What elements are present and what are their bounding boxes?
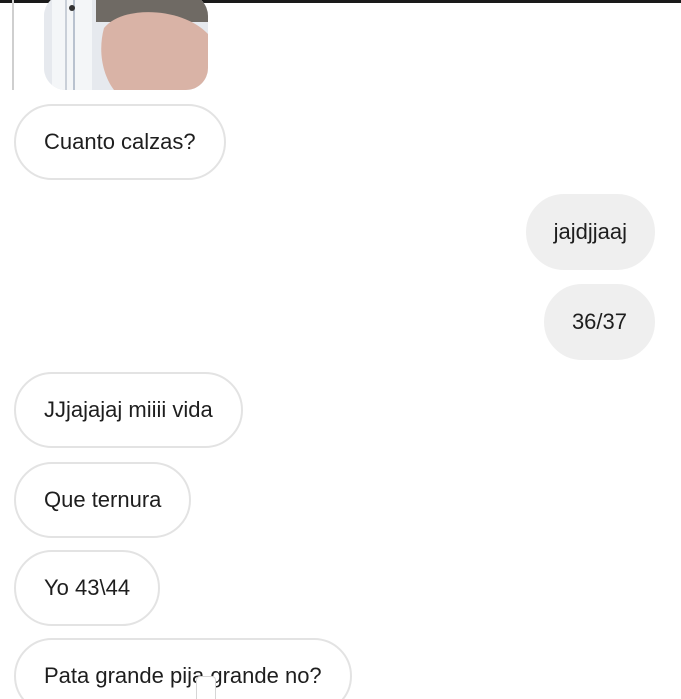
message-incoming[interactable]: JJjajajaj miiii vida (14, 372, 243, 448)
message-text: Yo 43\44 (44, 575, 131, 600)
message-incoming[interactable]: Pata grande pija grande no? (14, 638, 352, 699)
text-cursor-marker (196, 676, 216, 699)
message-text: Que ternura (44, 487, 162, 512)
message-outgoing[interactable]: jajdjjaaj (525, 194, 655, 270)
message-incoming[interactable]: Yo 43\44 (14, 550, 161, 626)
message-incoming[interactable]: Cuanto calzas? (14, 104, 226, 180)
shared-photo-thumbnail[interactable] (44, 0, 208, 90)
message-text: Cuanto calzas? (44, 129, 196, 154)
message-incoming[interactable]: Que ternura (14, 462, 192, 538)
message-outgoing[interactable]: 36/37 (543, 284, 655, 360)
message-text: Pata grande pija grande no? (44, 663, 322, 688)
photo-image-icon (44, 0, 208, 90)
thread-line (12, 0, 14, 90)
message-text: JJjajajaj miiii vida (44, 397, 213, 422)
message-text: 36/37 (571, 309, 627, 334)
message-text: jajdjjaaj (553, 219, 627, 244)
